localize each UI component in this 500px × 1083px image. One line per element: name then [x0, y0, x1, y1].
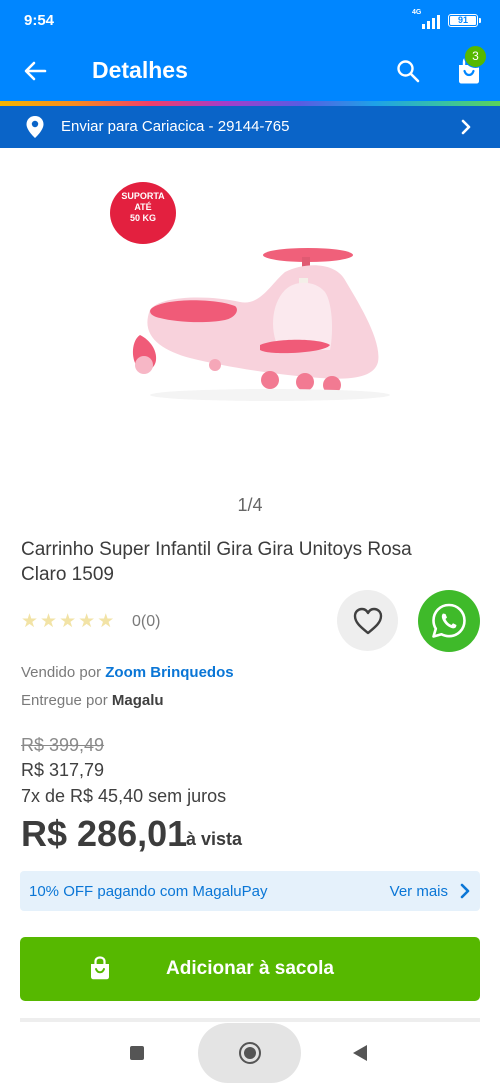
seller-link[interactable]: Zoom Brinquedos [105, 664, 233, 681]
home-icon [239, 1042, 261, 1064]
location-pin-icon [26, 116, 44, 138]
system-back-icon[interactable] [353, 1045, 367, 1061]
delivery-prefix: Entregue por [21, 692, 108, 709]
app-header: 9:54 4G 91 Detalhes 3 [0, 0, 500, 103]
product-image [132, 248, 390, 401]
signal-icon: 4G [412, 9, 440, 29]
seal-line-1: SUPORTA [121, 191, 165, 201]
cash-price-suffix: à vista [186, 829, 243, 849]
arrow-left-icon [24, 61, 47, 81]
page-title: Detalhes [92, 57, 188, 83]
chevron-right-icon [460, 883, 470, 899]
recent-apps-icon[interactable] [130, 1046, 144, 1060]
original-price: R$ 399,49 [21, 735, 105, 755]
delivery-name: Magalu [111, 692, 164, 709]
back-button[interactable] [18, 56, 52, 86]
star-icon: ★ [97, 611, 115, 632]
magalupay-promo-banner[interactable]: 10% OFF pagando com MagaluPay Ver mais [20, 871, 480, 911]
delivery-info: Entregue por Magalu [21, 692, 164, 709]
network-type: 4G [412, 9, 422, 16]
seal-line-3: 50 KG [129, 213, 156, 223]
promo-text: 10% OFF pagando com MagaluPay [29, 883, 268, 900]
status-icons: 4G 91 [412, 9, 481, 29]
product-title: Carrinho Super Infantil Gira Gira Unitoy… [21, 539, 412, 585]
star-icon: ★ [40, 611, 58, 632]
rating-count[interactable]: 0(0) [132, 613, 160, 631]
add-to-bag-button[interactable]: Adicionar à sacola [20, 937, 480, 1001]
battery-icon: 91 [448, 13, 481, 27]
favorite-button[interactable] [337, 590, 398, 651]
whatsapp-icon [432, 603, 466, 638]
cash-price: R$ 286,01 [21, 813, 188, 854]
search-button[interactable] [392, 56, 424, 86]
installments-text: 7x de R$ 45,40 sem juros [21, 786, 227, 806]
star-icon: ★ [59, 611, 77, 632]
battery-level: 91 [450, 15, 476, 25]
chevron-right-icon [461, 119, 471, 135]
seller-prefix: Vendido por [21, 664, 102, 681]
weight-capacity-seal: SUPORTA ATÉ 50 KG [110, 182, 176, 244]
shipping-address-bar[interactable]: Enviar para Cariacica - 29144-765 [0, 106, 500, 148]
whatsapp-share-button[interactable] [418, 590, 480, 652]
home-button[interactable] [198, 1023, 301, 1083]
seller-info: Vendido por Zoom Brinquedos [21, 664, 234, 681]
status-time: 9:54 [24, 12, 55, 29]
star-icon: ★ [21, 611, 39, 632]
star-icon: ★ [78, 611, 96, 632]
rating-stars[interactable]: ★ ★ ★ ★ ★ [21, 612, 114, 631]
shipping-address-text: Enviar para Cariacica - 29144-765 [61, 118, 290, 135]
add-to-bag-label: Adicionar à sacola [166, 958, 334, 979]
seal-line-2: ATÉ [134, 202, 152, 212]
image-counter: 1/4 [237, 495, 263, 515]
price: R$ 317,79 [21, 760, 105, 780]
heart-icon [353, 607, 382, 634]
see-more-link[interactable]: Ver mais [390, 883, 448, 900]
cart-count-badge: 3 [464, 45, 487, 68]
search-icon [397, 60, 420, 83]
